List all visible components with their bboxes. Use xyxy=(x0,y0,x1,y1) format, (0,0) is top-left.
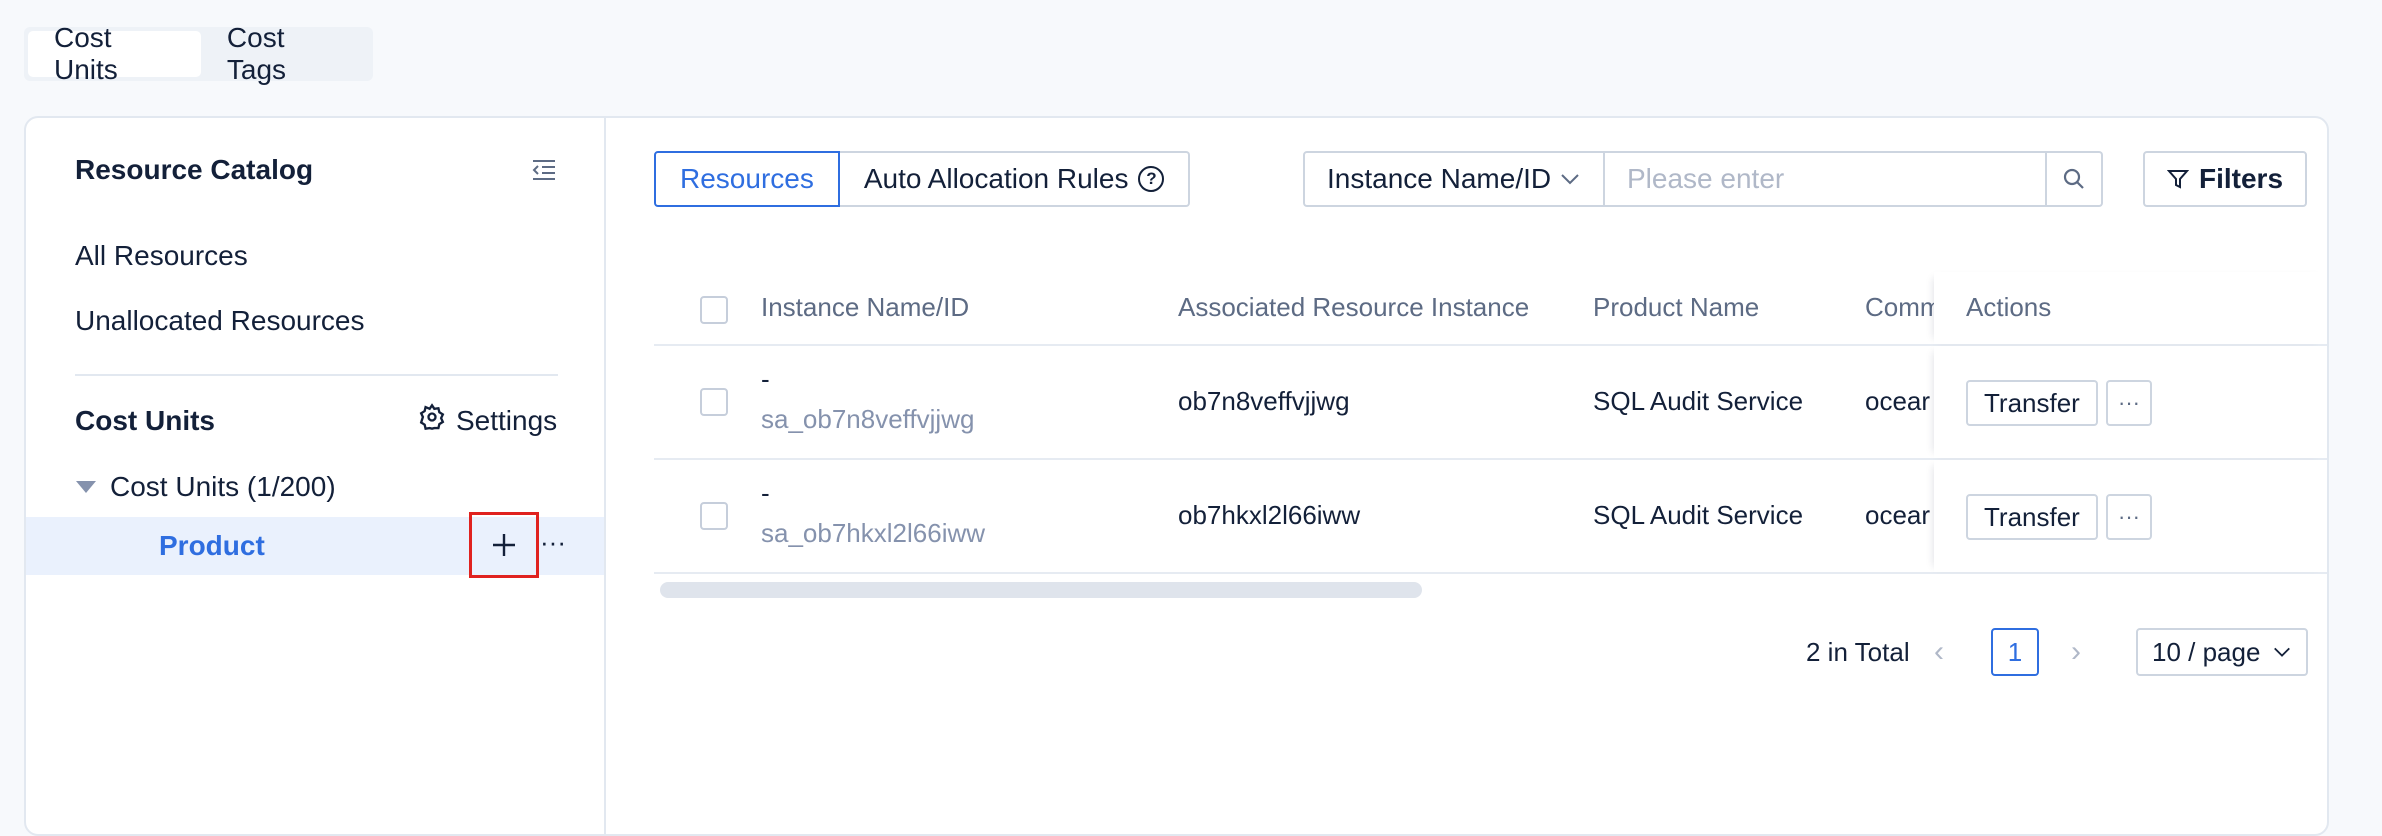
page-number-button[interactable]: 1 xyxy=(1991,628,2039,676)
prev-page-icon[interactable]: ‹ xyxy=(1934,628,1944,676)
row-actions: Transfer ··· xyxy=(1934,460,2327,572)
product-name: SQL Audit Service xyxy=(1593,500,1804,530)
total-count: 2 in Total xyxy=(1806,636,1910,667)
page-size-select[interactable]: 10 / page xyxy=(2136,628,2308,676)
column-product-name: Product Name xyxy=(1593,292,1760,322)
search-field-select[interactable]: Instance Name/ID xyxy=(1303,151,1605,207)
associated-instance: ob7n8veffvjjwg xyxy=(1178,386,1350,416)
filter-icon xyxy=(2166,170,2189,189)
top-tabs: Cost Units Cost Tags xyxy=(24,22,373,85)
search-button[interactable] xyxy=(2047,151,2103,207)
search-field-label: Instance Name/ID xyxy=(1327,163,1552,194)
filters-label: Filters xyxy=(2198,163,2284,194)
instance-name: - xyxy=(761,478,770,508)
comm-value: ocear xyxy=(1865,386,1931,416)
chevron-down-icon xyxy=(1561,174,1579,185)
search-input[interactable] xyxy=(1605,151,2047,207)
table-header: Instance Name/ID Associated Resource Ins… xyxy=(654,272,2327,346)
sidebar-item-unallocated-resources[interactable]: Unallocated Resources xyxy=(75,305,365,337)
tab-cost-units[interactable]: Cost Units xyxy=(28,22,201,85)
tree-node-label: Cost Units (1/200) xyxy=(110,471,336,502)
resources-panel: Resources Auto Allocation Rules ? Instan… xyxy=(606,118,2327,834)
instance-name: - xyxy=(761,364,770,394)
cost-units-heading: Cost Units xyxy=(75,405,215,436)
main-card: Resource Catalog All Resources Unallocat… xyxy=(24,116,2329,836)
sidebar-divider xyxy=(75,374,558,376)
horizontal-scrollbar[interactable] xyxy=(660,582,1422,598)
help-icon[interactable]: ? xyxy=(1138,166,1165,192)
tree-node-product[interactable]: Product ··· xyxy=(26,512,604,578)
select-all-checkbox[interactable] xyxy=(700,296,728,324)
plus-icon xyxy=(493,534,515,556)
comm-value: ocear xyxy=(1865,500,1931,530)
column-comm: Comm xyxy=(1865,292,1942,322)
row-checkbox[interactable] xyxy=(700,502,728,530)
product-name: SQL Audit Service xyxy=(1593,386,1804,416)
caret-down-icon[interactable] xyxy=(76,481,96,493)
tab-cost-tags[interactable]: Cost Tags xyxy=(201,22,369,85)
tab-label: Auto Allocation Rules xyxy=(863,163,1129,194)
next-page-icon[interactable]: › xyxy=(2071,628,2081,676)
page-size-label: 10 / page xyxy=(2152,636,2261,667)
sidebar-item-all-resources[interactable]: All Resources xyxy=(75,240,248,272)
filters-button[interactable]: Filters xyxy=(2143,151,2307,207)
add-cost-unit-button[interactable] xyxy=(469,512,539,578)
table-row: - sa_ob7hkxl2l66iww ob7hkxl2l66iww SQL A… xyxy=(654,460,2327,574)
column-instance-name: Instance Name/ID xyxy=(761,292,970,322)
collapse-sidebar-icon[interactable] xyxy=(529,154,559,184)
instance-id: sa_ob7n8veffvjjwg xyxy=(761,404,975,434)
settings-label: Settings xyxy=(456,404,558,436)
row-checkbox[interactable] xyxy=(700,388,728,416)
transfer-button[interactable]: Transfer xyxy=(1966,380,2098,426)
actions-column-header: Actions xyxy=(1934,272,2327,344)
tab-resources[interactable]: Resources xyxy=(654,151,840,207)
row-more-button[interactable]: ··· xyxy=(2106,494,2152,540)
search-group: Instance Name/ID xyxy=(1303,151,2103,207)
view-switcher: Resources Auto Allocation Rules ? xyxy=(654,151,1191,207)
transfer-button[interactable]: Transfer xyxy=(1966,494,2098,540)
more-options-icon[interactable]: ··· xyxy=(540,527,566,558)
associated-instance: ob7hkxl2l66iww xyxy=(1178,500,1361,530)
column-associated-resource: Associated Resource Instance xyxy=(1178,292,1530,322)
tree-node-product-label: Product xyxy=(159,530,265,561)
resources-table: Instance Name/ID Associated Resource Ins… xyxy=(654,272,2327,574)
search-icon xyxy=(2063,168,2084,189)
column-actions: Actions xyxy=(1966,292,2052,322)
gear-icon xyxy=(418,403,446,438)
tree-node-cost-units[interactable]: Cost Units (1/200) xyxy=(76,471,336,503)
tab-auto-allocation-rules[interactable]: Auto Allocation Rules ? xyxy=(839,151,1191,207)
row-actions: Transfer ··· xyxy=(1934,346,2327,458)
resource-catalog-sidebar: Resource Catalog All Resources Unallocat… xyxy=(26,118,606,834)
settings-button[interactable]: Settings xyxy=(418,403,557,438)
row-more-button[interactable]: ··· xyxy=(2106,380,2152,426)
table-row: - sa_ob7n8veffvjjwg ob7n8veffvjjwg SQL A… xyxy=(654,346,2327,460)
instance-id: sa_ob7hkxl2l66iww xyxy=(761,518,986,548)
chevron-down-icon xyxy=(2274,647,2290,657)
sidebar-title: Resource Catalog xyxy=(75,154,314,185)
